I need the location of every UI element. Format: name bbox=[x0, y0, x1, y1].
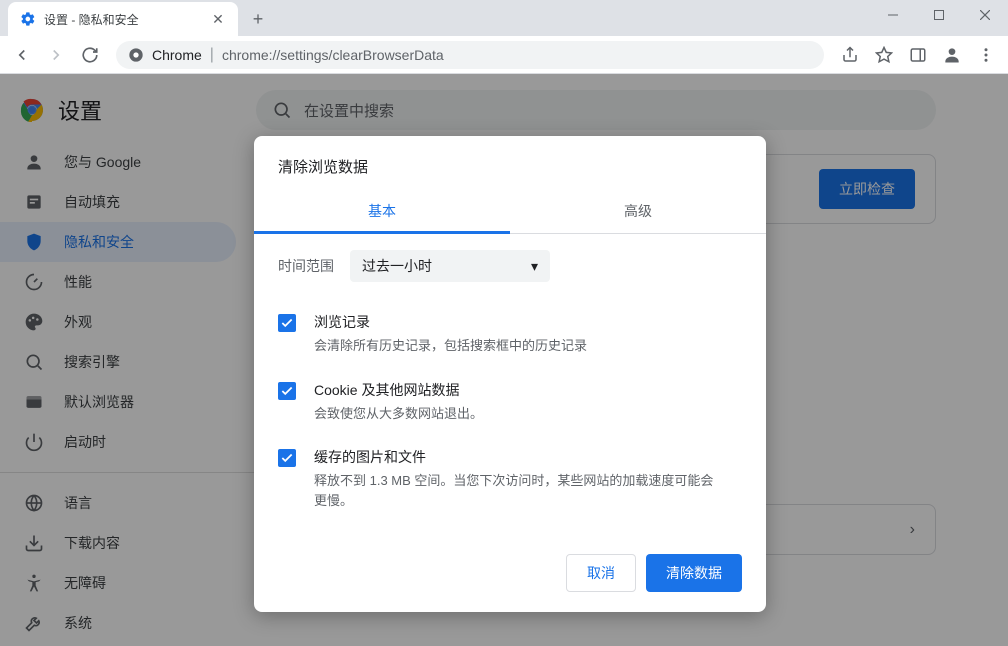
dialog-tabs: 基本 高级 bbox=[254, 189, 766, 234]
clear-data-option: Cookie 及其他网站数据会致使您从大多数网站退出。 bbox=[278, 368, 742, 436]
time-range-label: 时间范围 bbox=[278, 256, 334, 276]
checkbox[interactable] bbox=[278, 382, 296, 400]
time-range-value: 过去一小时 bbox=[362, 256, 432, 276]
option-title: 浏览记录 bbox=[314, 312, 587, 332]
bookmark-button[interactable] bbox=[870, 41, 898, 69]
tab-title: 设置 - 隐私和安全 bbox=[44, 11, 202, 28]
option-desc: 会清除所有历史记录，包括搜索框中的历史记录 bbox=[314, 336, 587, 356]
forward-button[interactable] bbox=[42, 41, 70, 69]
option-title: Cookie 及其他网站数据 bbox=[314, 380, 483, 400]
minimize-button[interactable] bbox=[870, 0, 916, 30]
checkbox[interactable] bbox=[278, 314, 296, 332]
gear-icon bbox=[20, 11, 36, 27]
tab-advanced[interactable]: 高级 bbox=[510, 189, 766, 233]
url-prefix: Chrome bbox=[152, 47, 202, 63]
address-bar[interactable]: Chrome | chrome://settings/clearBrowserD… bbox=[116, 41, 824, 69]
option-title: 缓存的图片和文件 bbox=[314, 447, 714, 467]
clear-data-dialog: 清除浏览数据 基本 高级 时间范围 过去一小时 ▾ 浏览记录会清除所有历史记录，… bbox=[254, 136, 766, 612]
url-separator: | bbox=[210, 46, 214, 64]
maximize-button[interactable] bbox=[916, 0, 962, 30]
option-desc: 释放不到 1.3 MB 空间。当您下次访问时，某些网站的加载速度可能会更慢。 bbox=[314, 471, 714, 510]
time-range-dropdown[interactable]: 过去一小时 ▾ bbox=[350, 250, 550, 282]
url-text: chrome://settings/clearBrowserData bbox=[222, 47, 444, 63]
chevron-down-icon: ▾ bbox=[531, 258, 538, 275]
menu-button[interactable] bbox=[972, 41, 1000, 69]
window-close-button[interactable] bbox=[962, 0, 1008, 30]
browser-titlebar: 设置 - 隐私和安全 ✕ + bbox=[0, 0, 1008, 36]
side-panel-button[interactable] bbox=[904, 41, 932, 69]
clear-data-button[interactable]: 清除数据 bbox=[646, 554, 742, 592]
new-tab-button[interactable]: + bbox=[244, 5, 272, 33]
browser-tab[interactable]: 设置 - 隐私和安全 ✕ bbox=[8, 2, 238, 36]
dialog-title: 清除浏览数据 bbox=[254, 136, 766, 189]
back-button[interactable] bbox=[8, 41, 36, 69]
chrome-icon bbox=[128, 47, 144, 63]
clear-data-option: 浏览记录会清除所有历史记录，包括搜索框中的历史记录 bbox=[278, 300, 742, 368]
clear-data-option: 缓存的图片和文件释放不到 1.3 MB 空间。当您下次访问时，某些网站的加载速度… bbox=[278, 435, 742, 522]
close-tab-icon[interactable]: ✕ bbox=[210, 11, 226, 27]
cancel-button[interactable]: 取消 bbox=[566, 554, 636, 592]
browser-toolbar: Chrome | chrome://settings/clearBrowserD… bbox=[0, 36, 1008, 74]
option-desc: 会致使您从大多数网站退出。 bbox=[314, 404, 483, 424]
share-button[interactable] bbox=[836, 41, 864, 69]
profile-button[interactable] bbox=[938, 41, 966, 69]
reload-button[interactable] bbox=[76, 41, 104, 69]
checkbox[interactable] bbox=[278, 449, 296, 467]
tab-basic[interactable]: 基本 bbox=[254, 189, 510, 233]
